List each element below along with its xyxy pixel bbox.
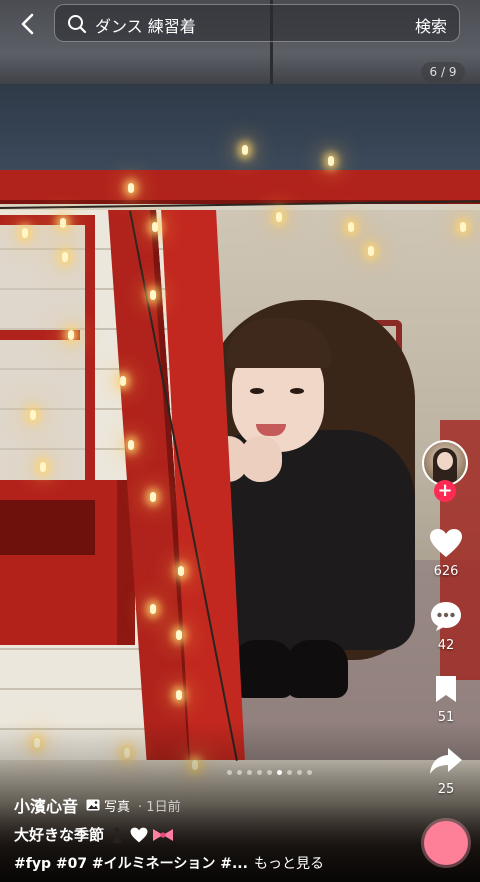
- door-lintel: [0, 170, 480, 204]
- person-boot-right: [286, 640, 348, 698]
- fairy-light: [276, 212, 282, 222]
- fairy-light: [150, 492, 156, 502]
- caption-text: 大好きな季節: [14, 826, 105, 844]
- post-info: 小濱心音 写真 · 1日前 大好きな季節 #fyp #07 #イルミネーション: [14, 794, 424, 873]
- photo-type-tag: 写真: [86, 796, 130, 815]
- fairy-light: [128, 440, 134, 450]
- back-button[interactable]: [12, 8, 44, 40]
- comment-count: 42: [437, 638, 455, 653]
- comment-button[interactable]: 42: [420, 600, 472, 653]
- carousel-dot: [297, 770, 302, 775]
- fairy-light: [176, 630, 182, 640]
- fairy-light: [62, 252, 68, 262]
- search-icon: [68, 15, 87, 34]
- fairy-light: [178, 566, 184, 576]
- photo-page-counter: 6 / 9: [421, 62, 465, 82]
- post-caption[interactable]: 大好きな季節: [14, 824, 424, 845]
- hashtags[interactable]: #fyp #07 #イルミネーション #...: [14, 856, 248, 872]
- carousel-dot: [237, 770, 242, 775]
- hashtag-line[interactable]: #fyp #07 #イルミネーション #... もっと見る: [14, 853, 424, 873]
- person-eye-right: [290, 388, 304, 394]
- like-button[interactable]: 626: [420, 528, 472, 579]
- fairy-light: [68, 330, 74, 340]
- save-count: 51: [437, 710, 455, 725]
- flower-box-inner: [0, 500, 95, 555]
- comment-icon: [431, 602, 461, 631]
- search-bar[interactable]: ダンス 練習着 検索: [54, 4, 460, 42]
- share-arrow-icon: [430, 748, 462, 774]
- post-photo[interactable]: [0, 0, 480, 882]
- fairy-light: [328, 156, 334, 166]
- avatar-face: [437, 452, 453, 470]
- carousel-dot: [227, 770, 232, 775]
- carousel-dot: [287, 770, 292, 775]
- like-count: 626: [433, 564, 459, 579]
- share-button[interactable]: 25: [420, 746, 472, 797]
- person-eye-left: [250, 388, 264, 394]
- author-name[interactable]: 小濱心音: [14, 793, 78, 817]
- carousel-dot-active: [277, 770, 282, 775]
- fairy-light: [176, 690, 182, 700]
- carousel-dot: [307, 770, 312, 775]
- follow-plus-button[interactable]: +: [434, 480, 456, 502]
- photo-icon: [86, 799, 100, 811]
- person-hand-right: [240, 436, 282, 482]
- floating-action-button[interactable]: [424, 821, 468, 865]
- heart-icon: [430, 529, 462, 557]
- fairy-light: [120, 376, 126, 386]
- roof-shadow: [0, 84, 480, 174]
- ribbon-emoji-icon: [153, 828, 174, 841]
- person-boot-left: [232, 640, 294, 698]
- post-time: · 1日前: [138, 799, 181, 815]
- more-link[interactable]: もっと見る: [254, 856, 324, 872]
- fairy-light: [30, 410, 36, 420]
- fairy-light: [22, 228, 28, 238]
- carousel-indicator: [227, 770, 312, 775]
- dancer-emoji-icon: [111, 827, 124, 843]
- fairy-light: [128, 183, 134, 193]
- fairy-light: [460, 222, 466, 232]
- window-frame: [0, 215, 95, 505]
- fairy-light: [150, 604, 156, 614]
- white-heart-emoji-icon: [130, 827, 148, 842]
- save-button[interactable]: 51: [420, 674, 472, 725]
- bookmark-icon: [436, 676, 456, 702]
- fairy-light: [348, 222, 354, 232]
- photo-type-label: 写真: [104, 799, 131, 815]
- fairy-light: [368, 246, 374, 256]
- fairy-light: [150, 290, 156, 300]
- search-button[interactable]: 検索: [415, 13, 447, 37]
- fairy-light: [60, 218, 66, 228]
- carousel-dot: [247, 770, 252, 775]
- fairy-light: [242, 145, 248, 155]
- chevron-left-icon: [21, 13, 34, 35]
- carousel-dot: [267, 770, 272, 775]
- search-query[interactable]: ダンス 練習着: [95, 13, 196, 37]
- fairy-light: [40, 462, 46, 472]
- share-count: 25: [437, 782, 455, 797]
- fairy-light: [152, 222, 158, 232]
- carousel-dot: [257, 770, 262, 775]
